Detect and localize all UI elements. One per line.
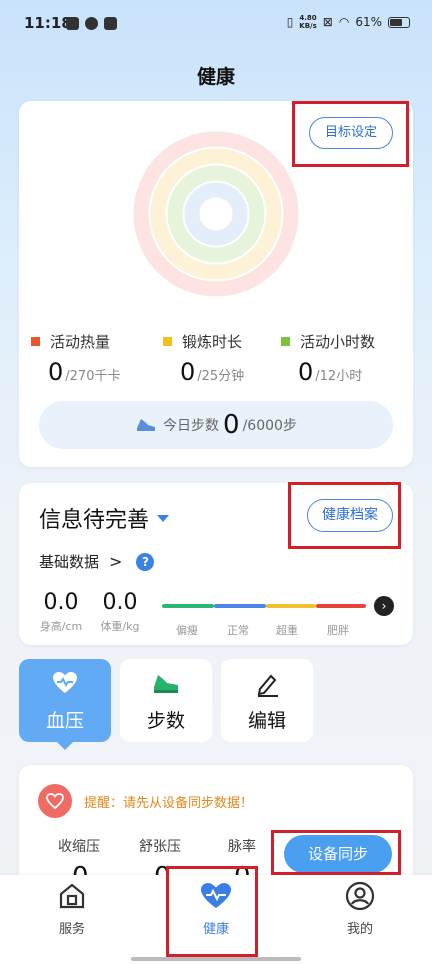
bmi-label: 超重 bbox=[276, 624, 298, 637]
info-title-dropdown[interactable]: 信息待完善 bbox=[39, 502, 170, 534]
bmi-segment-obese bbox=[316, 604, 366, 608]
sneaker-icon bbox=[154, 675, 178, 693]
basic-data-link[interactable]: 基础数据 > ? bbox=[39, 551, 155, 572]
notification-icon bbox=[66, 17, 79, 30]
bmi-label: 偏瘦 bbox=[176, 624, 198, 637]
bmi-segment-normal bbox=[214, 604, 266, 608]
exercise-color-marker bbox=[163, 337, 172, 346]
active-hours-color-marker bbox=[281, 337, 290, 346]
status-time: 11:18 bbox=[24, 14, 72, 32]
metric-active-hours: 活动小时数 0/12小时 bbox=[281, 331, 375, 386]
status-bar: 11:18 ▯ 4.80 KB/s ⊠ ◠ 61% bbox=[0, 0, 432, 52]
steps-label: 今日步数 bbox=[163, 418, 220, 434]
highlight-box bbox=[166, 866, 258, 957]
app-notification-icon bbox=[85, 17, 98, 30]
steps-goal: /6000步 bbox=[242, 418, 297, 434]
tab-steps[interactable]: 步数 bbox=[120, 659, 212, 742]
highlight-box bbox=[271, 830, 401, 875]
network-speed: 4.80 KB/s bbox=[299, 14, 317, 30]
vibrate-icon: ▯ bbox=[286, 15, 294, 29]
steps-value: 0 bbox=[223, 410, 240, 440]
weight-value: 0.0 体重/kg bbox=[100, 590, 140, 633]
tab-edit[interactable]: 编辑 bbox=[221, 659, 313, 742]
sync-reminder-text: 提醒：请先从设备同步数据！ bbox=[84, 796, 254, 811]
activity-rings bbox=[133, 131, 299, 297]
page-title: 健康 bbox=[196, 66, 235, 88]
metric-calories: 活动热量 0/270千卡 bbox=[31, 331, 120, 386]
bmi-next-arrow-icon[interactable]: › bbox=[374, 596, 394, 616]
help-icon[interactable]: ? bbox=[136, 552, 155, 571]
systolic-label: 收缩压 bbox=[58, 839, 100, 855]
diastolic-label: 舒张压 bbox=[139, 839, 181, 855]
bmi-label: 正常 bbox=[227, 624, 249, 637]
shoe-icon bbox=[137, 419, 156, 431]
highlight-box bbox=[292, 101, 409, 167]
app-notification-icon bbox=[104, 17, 117, 30]
dropdown-caret-icon bbox=[157, 514, 170, 522]
no-sim-icon: ⊠ bbox=[322, 15, 333, 29]
nav-mine[interactable]: 我的 bbox=[325, 880, 395, 937]
heart-alert-icon bbox=[38, 784, 72, 818]
highlight-box bbox=[288, 482, 401, 549]
home-icon bbox=[59, 883, 85, 909]
metric-exercise-time: 锻炼时长 0/25分钟 bbox=[163, 331, 244, 386]
active-tab-pointer bbox=[56, 741, 74, 750]
bmi-segment-overweight bbox=[266, 604, 316, 608]
chevron-right-icon: > bbox=[109, 552, 123, 571]
battery-percent: 61% bbox=[355, 15, 382, 29]
bmi-segment-underweight bbox=[162, 604, 214, 608]
home-indicator[interactable] bbox=[131, 957, 301, 961]
tab-blood-pressure[interactable]: 血压 bbox=[19, 659, 111, 742]
today-steps-bar: 今日步数 0 /6000步 bbox=[39, 401, 393, 449]
nav-service[interactable]: 服务 bbox=[37, 880, 107, 937]
pencil-icon bbox=[257, 674, 278, 697]
height-value: 0.0 身高/cm bbox=[39, 590, 83, 633]
heart-pulse-icon bbox=[53, 672, 77, 693]
calories-color-marker bbox=[31, 337, 40, 346]
pulse-label: 脉率 bbox=[228, 839, 256, 855]
person-icon bbox=[345, 881, 375, 911]
battery-icon bbox=[388, 16, 410, 28]
bmi-label: 肥胖 bbox=[327, 624, 349, 637]
wifi-icon: ◠ bbox=[338, 15, 350, 29]
